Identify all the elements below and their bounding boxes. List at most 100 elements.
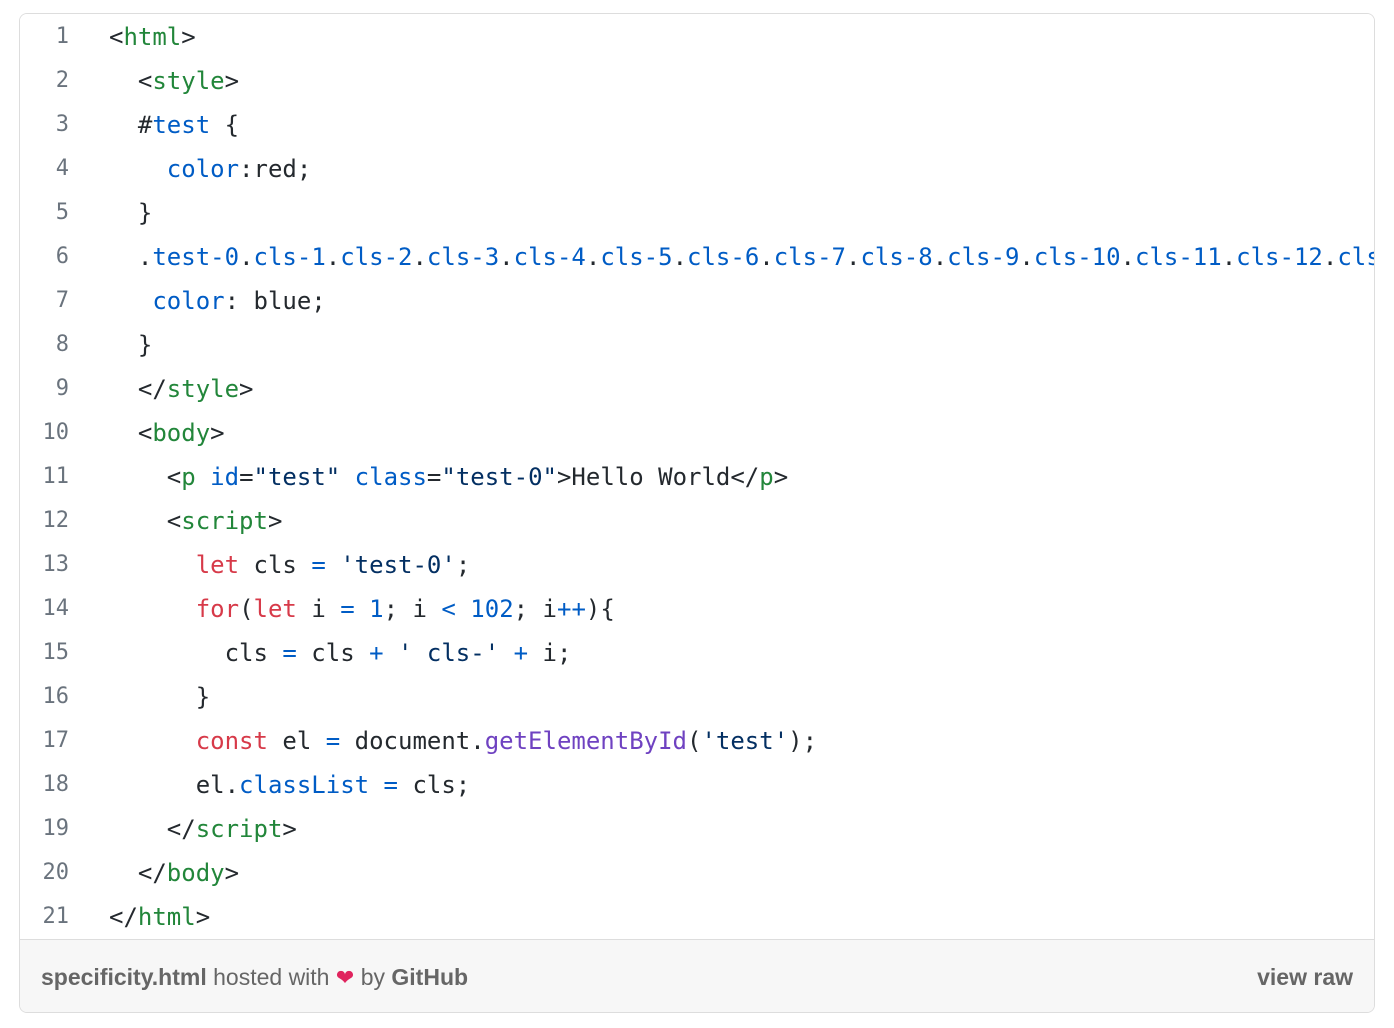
code-token: el: [267, 727, 326, 755]
line-number[interactable]: 18: [20, 763, 70, 807]
code-token: .: [1221, 243, 1237, 271]
code-line: 14 for(let i = 1; i < 102; i++){: [20, 587, 1374, 631]
line-number[interactable]: 8: [20, 323, 69, 367]
code-token: cls: [1337, 243, 1374, 271]
line-number[interactable]: 12: [20, 499, 70, 543]
code-token: +: [513, 639, 529, 667]
gist-meta: specificity.html hosted with ❤ by GitHub: [41, 940, 468, 1012]
code-token: 'test': [701, 727, 789, 755]
code-token: cls-3: [426, 243, 500, 271]
code-token: html: [137, 903, 196, 931]
code-token: "test": [253, 463, 341, 491]
line-number[interactable]: 5: [20, 191, 69, 235]
code-token: >: [282, 815, 297, 843]
code-line: 11 <p id="test" class="test-0">Hello Wor…: [20, 455, 1374, 499]
code-token: (: [239, 595, 254, 623]
code-token: .: [1019, 243, 1034, 271]
hosted-with-text: hosted with: [206, 964, 336, 990]
line-number[interactable]: 4: [20, 147, 69, 191]
code-token: <: [109, 67, 153, 95]
code-token: (: [687, 727, 702, 755]
code-token: let: [195, 551, 240, 579]
code-line: 17 const el = document.getElementById('t…: [20, 719, 1374, 763]
line-number[interactable]: 19: [20, 807, 70, 851]
line-code: <script>: [109, 499, 283, 543]
line-code: </body>: [109, 851, 239, 895]
line-number[interactable]: 9: [20, 367, 69, 411]
line-code: cls = cls + ' cls-' + i;: [109, 631, 572, 675]
line-number[interactable]: 21: [20, 895, 70, 939]
line-code: </html>: [109, 895, 210, 939]
code-line: 2 <style>: [20, 59, 1374, 103]
line-code: <style>: [109, 59, 239, 103]
code-token: }: [109, 331, 153, 359]
code-token: script: [195, 815, 283, 843]
code-token: </: [109, 815, 196, 843]
code-token: body: [166, 859, 225, 887]
gist-embed: 1 <html> 2 <style> 3 #test {4 color:red; 5 }…: [19, 13, 1375, 1013]
code-token: cls-1: [253, 243, 326, 271]
code-token: script: [181, 507, 268, 535]
code-token: p: [181, 463, 196, 491]
code-token: >: [224, 859, 240, 887]
gist-filename-link[interactable]: specificity.html: [41, 964, 207, 990]
line-number[interactable]: 13: [20, 543, 70, 587]
code-token: const: [195, 727, 268, 755]
line-number[interactable]: 16: [20, 675, 70, 719]
code-token: .: [239, 243, 254, 271]
code-token: i;: [528, 639, 572, 667]
code-line: 16 }: [20, 675, 1374, 719]
line-number[interactable]: 17: [20, 719, 70, 763]
line-number[interactable]: 1: [20, 15, 69, 59]
line-number[interactable]: 14: [20, 587, 70, 631]
code-token: </: [109, 375, 167, 403]
code-token: {: [210, 111, 240, 139]
code-token: cls-9: [947, 243, 1020, 271]
code-token: document.: [340, 727, 485, 755]
line-code: let cls = 'test-0';: [109, 543, 471, 587]
code-token: >: [181, 23, 196, 51]
line-code: color:red;: [109, 147, 312, 191]
code-token: =: [239, 463, 254, 491]
code-token: .: [1322, 243, 1338, 271]
code-token: cls-10: [1033, 243, 1121, 271]
line-number[interactable]: 15: [20, 631, 70, 675]
code-token: ++: [557, 595, 586, 623]
code-line: 7 color: blue;: [20, 279, 1374, 323]
view-raw-link[interactable]: view raw: [1257, 940, 1353, 1012]
line-number[interactable]: 20: [20, 851, 70, 895]
code-line: 6 .test-0.cls-1.cls-2.cls-3.cls-4.cls-5.…: [20, 235, 1374, 279]
line-number[interactable]: 7: [20, 279, 69, 323]
code-token: test: [152, 111, 211, 139]
code-token: style: [152, 67, 225, 95]
code-token: let: [253, 595, 297, 623]
code-token: >: [239, 375, 254, 403]
code-token: body: [152, 419, 211, 447]
line-number[interactable]: 6: [20, 235, 69, 279]
code-token: 102: [470, 595, 514, 623]
line-number[interactable]: 2: [20, 59, 69, 103]
code-token: class: [354, 463, 427, 491]
github-link[interactable]: GitHub: [391, 964, 468, 990]
code-token: =: [282, 639, 297, 667]
line-number[interactable]: 3: [20, 103, 69, 147]
code-token: cls-12: [1236, 243, 1323, 271]
line-code: </script>: [109, 807, 297, 851]
line-number[interactable]: 10: [20, 411, 70, 455]
line-code: #test {: [109, 103, 239, 147]
code-token: +: [369, 639, 384, 667]
code-token: .: [672, 243, 688, 271]
line-number[interactable]: 11: [20, 455, 70, 499]
code-token: =: [340, 595, 355, 623]
code-token: .: [325, 243, 341, 271]
code-token: .: [412, 243, 427, 271]
code-token: classList: [239, 771, 370, 799]
code-token: <: [441, 595, 456, 623]
